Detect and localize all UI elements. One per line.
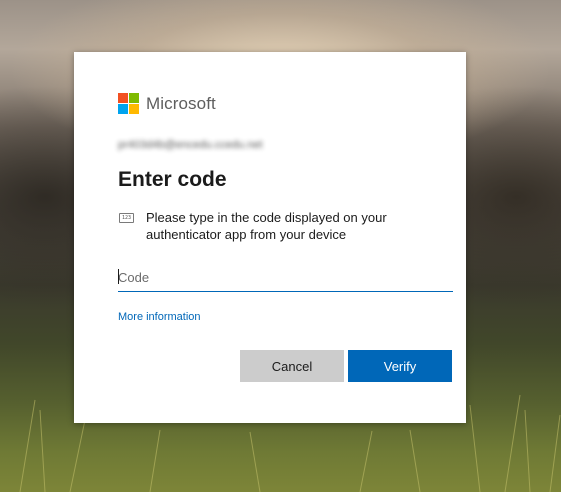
verify-button[interactable]: Verify (348, 350, 452, 382)
text-caret (118, 269, 119, 284)
code-icon: 123 (119, 213, 134, 223)
enter-code-dialog: Microsoft pr403d4b@encedu.ccedu.net Ente… (74, 52, 466, 423)
instruction-text: Please type in the code displayed on you… (146, 210, 387, 242)
microsoft-logo-row: Microsoft (118, 93, 216, 114)
page-title: Enter code (118, 168, 227, 191)
account-email: pr403d4b@encedu.ccedu.net (118, 139, 263, 151)
logo-square-blue (118, 104, 128, 114)
logo-square-green (129, 93, 139, 103)
logo-square-yellow (129, 104, 139, 114)
code-input[interactable] (118, 263, 453, 292)
cancel-button[interactable]: Cancel (240, 350, 344, 382)
logo-square-red (118, 93, 128, 103)
microsoft-logo-icon (118, 93, 139, 114)
microsoft-wordmark: Microsoft (146, 93, 216, 113)
more-information-link[interactable]: More information (118, 311, 201, 323)
